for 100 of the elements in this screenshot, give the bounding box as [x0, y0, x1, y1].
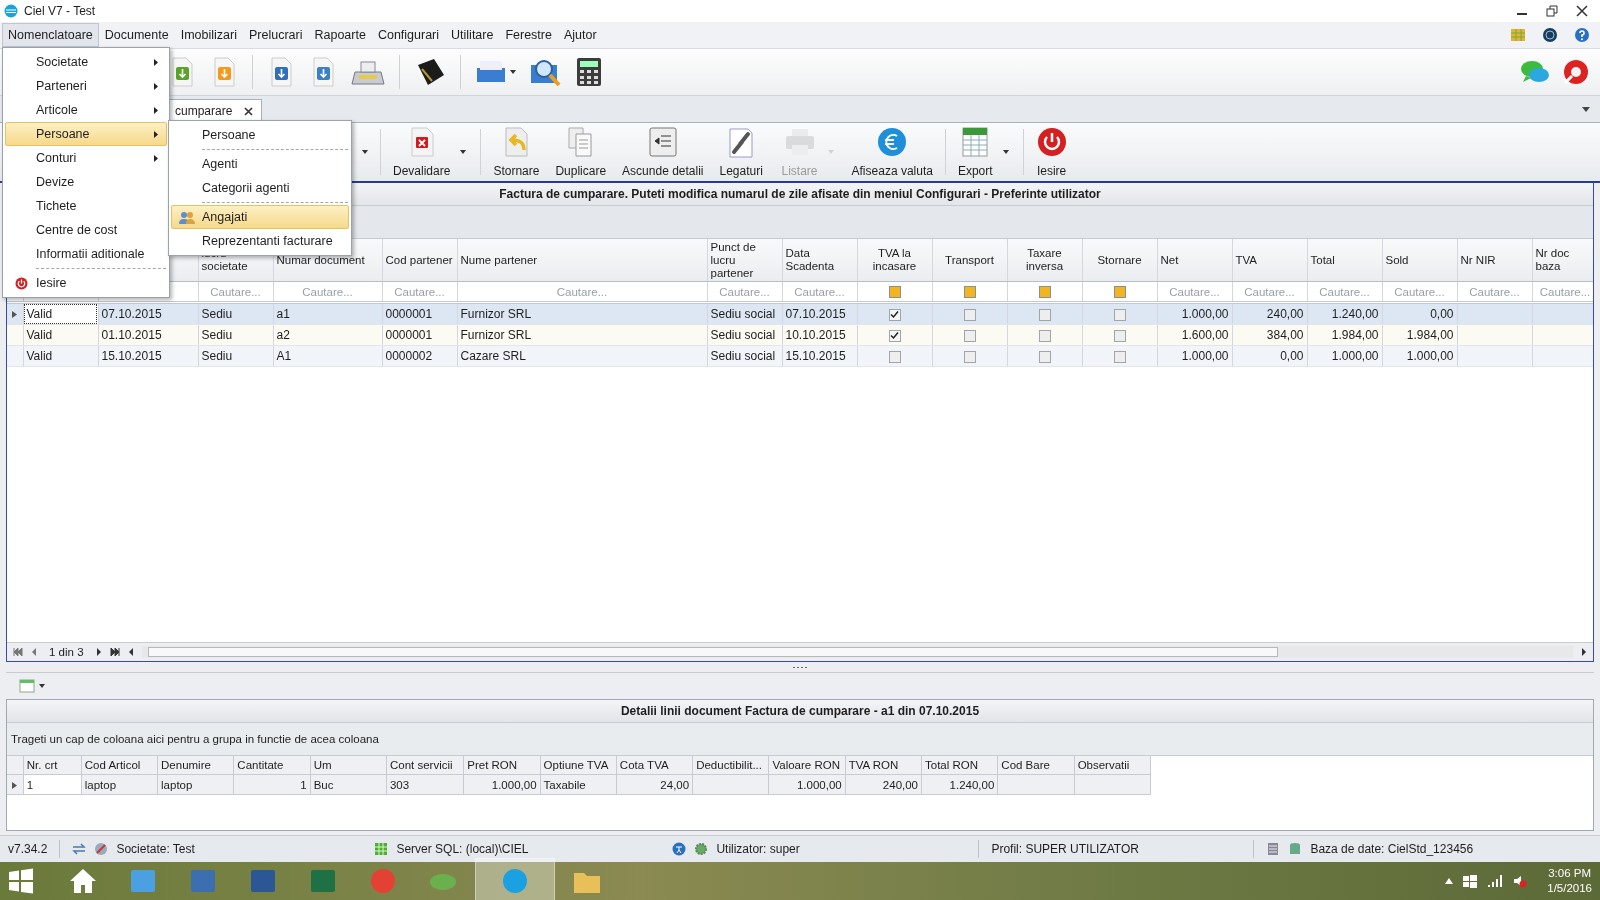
previous-page-icon[interactable]	[31, 648, 37, 656]
menubar-item[interactable]: Configurari	[371, 23, 446, 47]
checkbox[interactable]	[963, 350, 976, 363]
last-page-icon[interactable]	[109, 648, 120, 656]
menu-item[interactable]: Agenti	[171, 152, 349, 176]
horizontal-scrollbar[interactable]	[141, 646, 1573, 658]
toolbar-button[interactable]: Stornare	[485, 122, 548, 182]
checkbox[interactable]	[1113, 308, 1126, 321]
toolbar-button[interactable]: Devalidare	[385, 122, 477, 182]
restore-icon[interactable]	[1546, 5, 1558, 17]
filter-field[interactable]: Cautare...	[276, 285, 379, 298]
table-row[interactable]: Valid 07.10.2015 Sediu a1 0000001 Furnizor SRL Sediu social 07.10.2015 1.000,00 240,00 1.240,00 0,00	[7, 302, 1593, 325]
column-header[interactable]: Um	[313, 759, 332, 771]
filter-checkbox[interactable]	[963, 286, 976, 299]
checkbox[interactable]	[963, 329, 976, 342]
menubar-item[interactable]: Imobilizari	[174, 23, 243, 47]
checkbox[interactable]	[888, 308, 901, 321]
menubar-item[interactable]: Nomenclatoare	[2, 23, 99, 47]
toolbar-button[interactable]: Export	[949, 122, 1019, 182]
menu-item[interactable]: Centre de cost	[5, 218, 167, 242]
magnifier-icon[interactable]	[530, 57, 562, 87]
filter-field[interactable]: Cautare...	[1535, 285, 1593, 298]
menubar-item[interactable]: Ajutor	[557, 23, 603, 47]
layout-menu-button[interactable]	[16, 677, 48, 695]
menubar-item[interactable]: Prelucrari	[242, 23, 309, 47]
caret-icon[interactable]	[1582, 106, 1590, 112]
cash-register-icon[interactable]	[351, 58, 385, 86]
checkbox[interactable]	[888, 350, 901, 363]
column-header[interactable]: Nr NIR	[1460, 253, 1496, 267]
windows-flag-icon[interactable]	[1463, 874, 1478, 888]
checkbox[interactable]	[1113, 329, 1126, 342]
filter-field[interactable]: Cautare...	[201, 285, 270, 298]
close-icon[interactable]	[244, 106, 254, 116]
toolbar-button[interactable]: Afiseaza valuta	[843, 122, 941, 182]
splitter-grip-icon[interactable]	[793, 665, 807, 669]
menu-item[interactable]: Informatii aditionale	[5, 242, 167, 271]
clock-time[interactable]: 3:06 PM	[1548, 866, 1592, 881]
menubar-item[interactable]: Ferestre	[499, 23, 558, 47]
menu-item[interactable]: Articole	[5, 98, 167, 122]
next-page-icon[interactable]	[95, 648, 102, 656]
menu-item[interactable]: Iesire	[5, 271, 167, 295]
filter-field[interactable]: Cautare...	[710, 285, 779, 298]
lifebuoy-icon[interactable]	[1562, 58, 1590, 86]
signal-icon[interactable]	[1487, 874, 1504, 888]
filter-field[interactable]: Cautare...	[1160, 285, 1229, 298]
close-icon[interactable]	[1576, 5, 1588, 17]
filter-field[interactable]: Cautare...	[785, 285, 854, 298]
filter-field[interactable]: Cautare...	[1310, 285, 1379, 298]
checkbox[interactable]	[963, 308, 976, 321]
filter-field[interactable]: Cautare...	[1460, 285, 1529, 298]
filter-field[interactable]: Cautare...	[385, 285, 454, 298]
column-header[interactable]: Total	[1310, 253, 1335, 267]
first-page-icon[interactable]	[13, 648, 23, 656]
menu-item[interactable]: Angajati	[171, 205, 349, 229]
checkbox[interactable]	[1038, 329, 1051, 342]
menu-item[interactable]: Parteneri	[5, 74, 167, 98]
filter-field[interactable]: Cautare...	[460, 285, 704, 298]
calculator-icon[interactable]	[576, 57, 602, 87]
filter-checkbox[interactable]	[888, 286, 901, 299]
table-row[interactable]: 1 laptop laptop 1 Buc 303 1.000,00 Taxabile 24,00 1.000,00 240,00 1.240,00	[7, 774, 1151, 795]
menu-item[interactable]: Persoane	[5, 122, 167, 146]
filter-checkbox[interactable]	[1038, 286, 1051, 299]
column-header[interactable]: Net	[1160, 253, 1179, 267]
menu-item[interactable]: Conturi	[5, 146, 167, 170]
scroll-left-icon[interactable]	[127, 648, 134, 656]
checkbox[interactable]	[888, 329, 901, 342]
menubar-item[interactable]: Documente	[98, 23, 175, 47]
menubar-item[interactable]: Rapoarte	[308, 23, 372, 47]
taskbar-button[interactable]	[476, 859, 554, 900]
column-header[interactable]: Nume partener	[460, 253, 538, 267]
tray-arrow-icon[interactable]	[1445, 878, 1454, 884]
toolbar-button[interactable]: Iesire	[1027, 122, 1090, 182]
toolbar-button[interactable]: Duplicare	[547, 122, 615, 182]
grid-flag-icon[interactable]	[1510, 27, 1526, 43]
menu-item[interactable]: Societate	[5, 50, 167, 74]
toolbar-button[interactable]: Ascunde detalii	[614, 122, 712, 182]
start-button-icon[interactable]	[8, 868, 34, 894]
table-row[interactable]: Valid 15.10.2015 Sediu A1 0000002 Cazare SRL Sediu social 15.10.2015 1.000,00 0,00 1.000,00 1.000,00	[7, 345, 1593, 367]
filter-checkbox[interactable]	[1113, 286, 1126, 299]
checkbox[interactable]	[1113, 350, 1126, 363]
table-row[interactable]: Valid 01.10.2015 Sediu a2 0000001 Furnizor SRL Sediu social 10.10.2015 1.600,00 384,00 1.984,00 1.984,00	[7, 324, 1593, 346]
globe-icon[interactable]	[1542, 27, 1558, 43]
muted-speaker-icon[interactable]	[1513, 874, 1528, 888]
caret-icon[interactable]	[510, 70, 516, 74]
filter-field[interactable]: Cautare...	[1385, 285, 1454, 298]
scrollbar-thumb[interactable]	[147, 647, 1278, 657]
toolbar-button[interactable]: Legaturi	[711, 122, 774, 182]
scroll-right-icon[interactable]	[1581, 648, 1587, 656]
column-header[interactable]: TVA	[1235, 253, 1257, 267]
menu-item[interactable]: Persoane	[171, 123, 349, 152]
filter-field[interactable]: Cautare...	[1235, 285, 1304, 298]
column-header[interactable]: Sold	[1385, 253, 1409, 267]
caret-icon[interactable]	[362, 150, 368, 154]
menubar-item[interactable]: Utilitare	[445, 23, 500, 47]
checkbox[interactable]	[1038, 308, 1051, 321]
column-header[interactable]: Stornare	[1097, 253, 1142, 267]
checkbox[interactable]	[1038, 350, 1051, 363]
help-icon[interactable]	[1574, 27, 1590, 43]
clock-date[interactable]: 1/5/2016	[1547, 881, 1592, 896]
server-label: Server SQL: (local)\CIEL	[396, 842, 530, 856]
